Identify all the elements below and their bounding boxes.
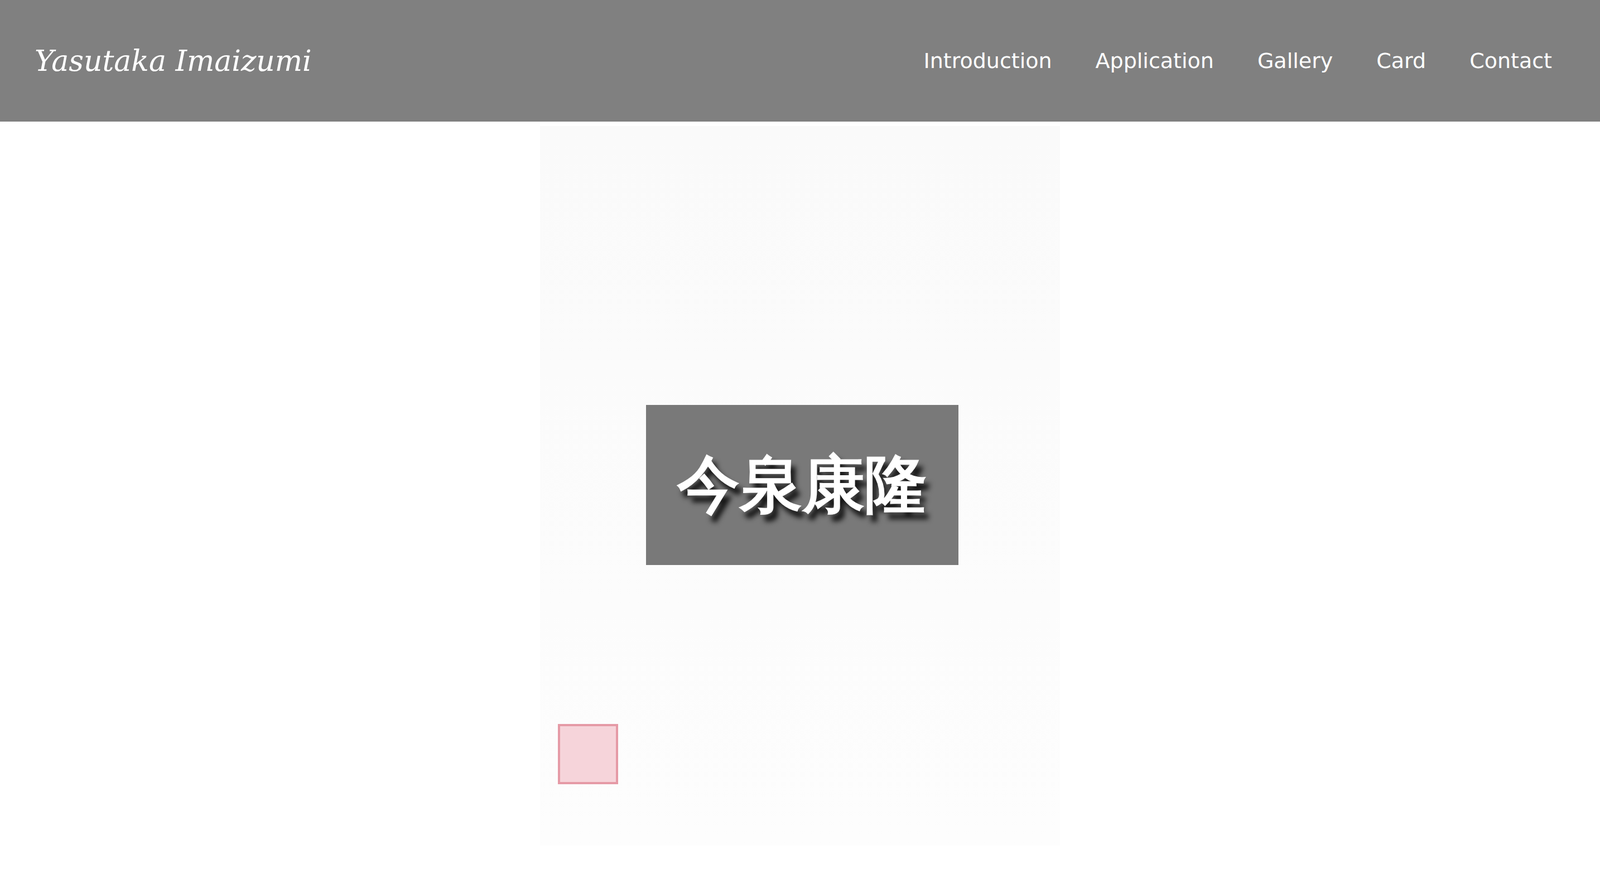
site-logo[interactable]: Yasutaka Imaizumi (34, 44, 312, 78)
page: Yasutaka Imaizumi Introduction Application… (0, 0, 1600, 869)
nav-link[interactable]: Application (1095, 48, 1214, 74)
seal-mark (557, 724, 619, 785)
nav-link[interactable]: Gallery (1257, 48, 1333, 74)
nav-link[interactable]: Card (1376, 48, 1426, 74)
site-header: Yasutaka Imaizumi Introduction Application… (0, 0, 1600, 122)
nav-link[interactable]: Contact (1469, 48, 1553, 74)
hero-title-box: 今泉康隆 (646, 405, 959, 566)
hero-title: 今泉康隆 (677, 442, 928, 528)
main-nav: Introduction Application Gallery Card Contac… (923, 48, 1553, 74)
calligraphy-photo: 今泉康隆 (540, 126, 1060, 846)
nav-link[interactable]: Introduction (923, 48, 1052, 74)
hero: 今泉康隆 (0, 121, 1600, 846)
